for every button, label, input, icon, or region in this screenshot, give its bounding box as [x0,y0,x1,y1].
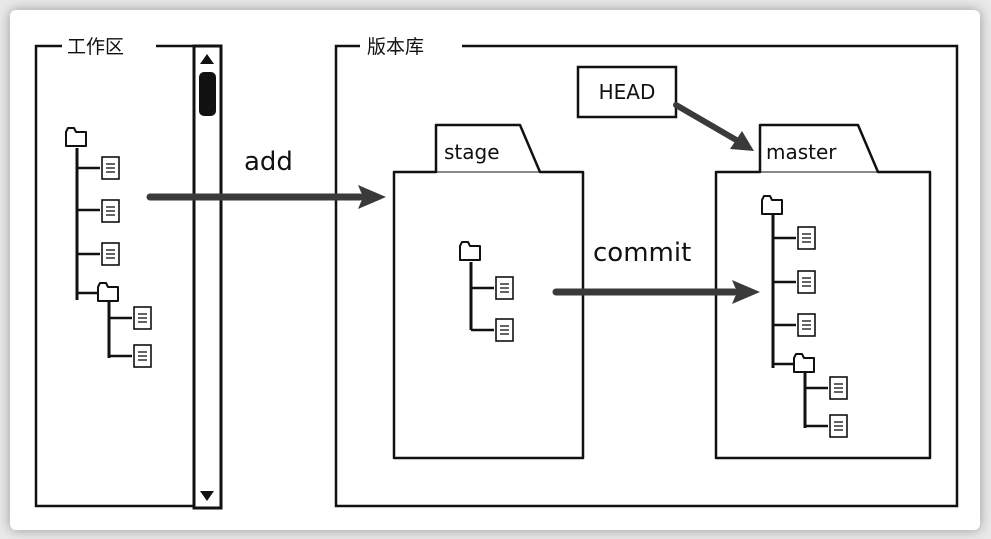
workspace-file-tree [65,127,152,368]
file-icon [101,242,120,266]
file-icon [133,306,152,330]
workspace-frame [34,44,194,508]
add-label: add [244,147,293,177]
file-icon [133,344,152,368]
scroll-thumb[interactable] [199,72,216,116]
folder-icon [65,127,87,147]
master-label: master [766,140,837,164]
stage-label: stage [444,140,500,164]
git-workflow-diagram: 工作区 版本库 stage master HEAD add commit [34,36,959,510]
head-pointer: HEAD [576,65,754,151]
workspace-scrollbar[interactable] [192,44,223,510]
head-label: HEAD [599,80,656,104]
file-icon [797,226,816,250]
workspace-panel: 工作区 [34,36,223,510]
file-icon [101,199,120,223]
file-icon [797,313,816,337]
file-icon [829,376,848,400]
commit-label: commit [593,238,691,268]
folder-icon [97,282,119,302]
file-icon [495,318,514,342]
repository-title: 版本库 [367,36,424,58]
add-arrow: add [146,147,386,209]
file-icon [797,270,816,294]
workspace-title: 工作区 [67,36,124,58]
file-icon [495,276,514,300]
file-icon [829,414,848,438]
repository-panel: 版本库 stage master HEAD [334,36,959,508]
file-icon [101,156,120,180]
